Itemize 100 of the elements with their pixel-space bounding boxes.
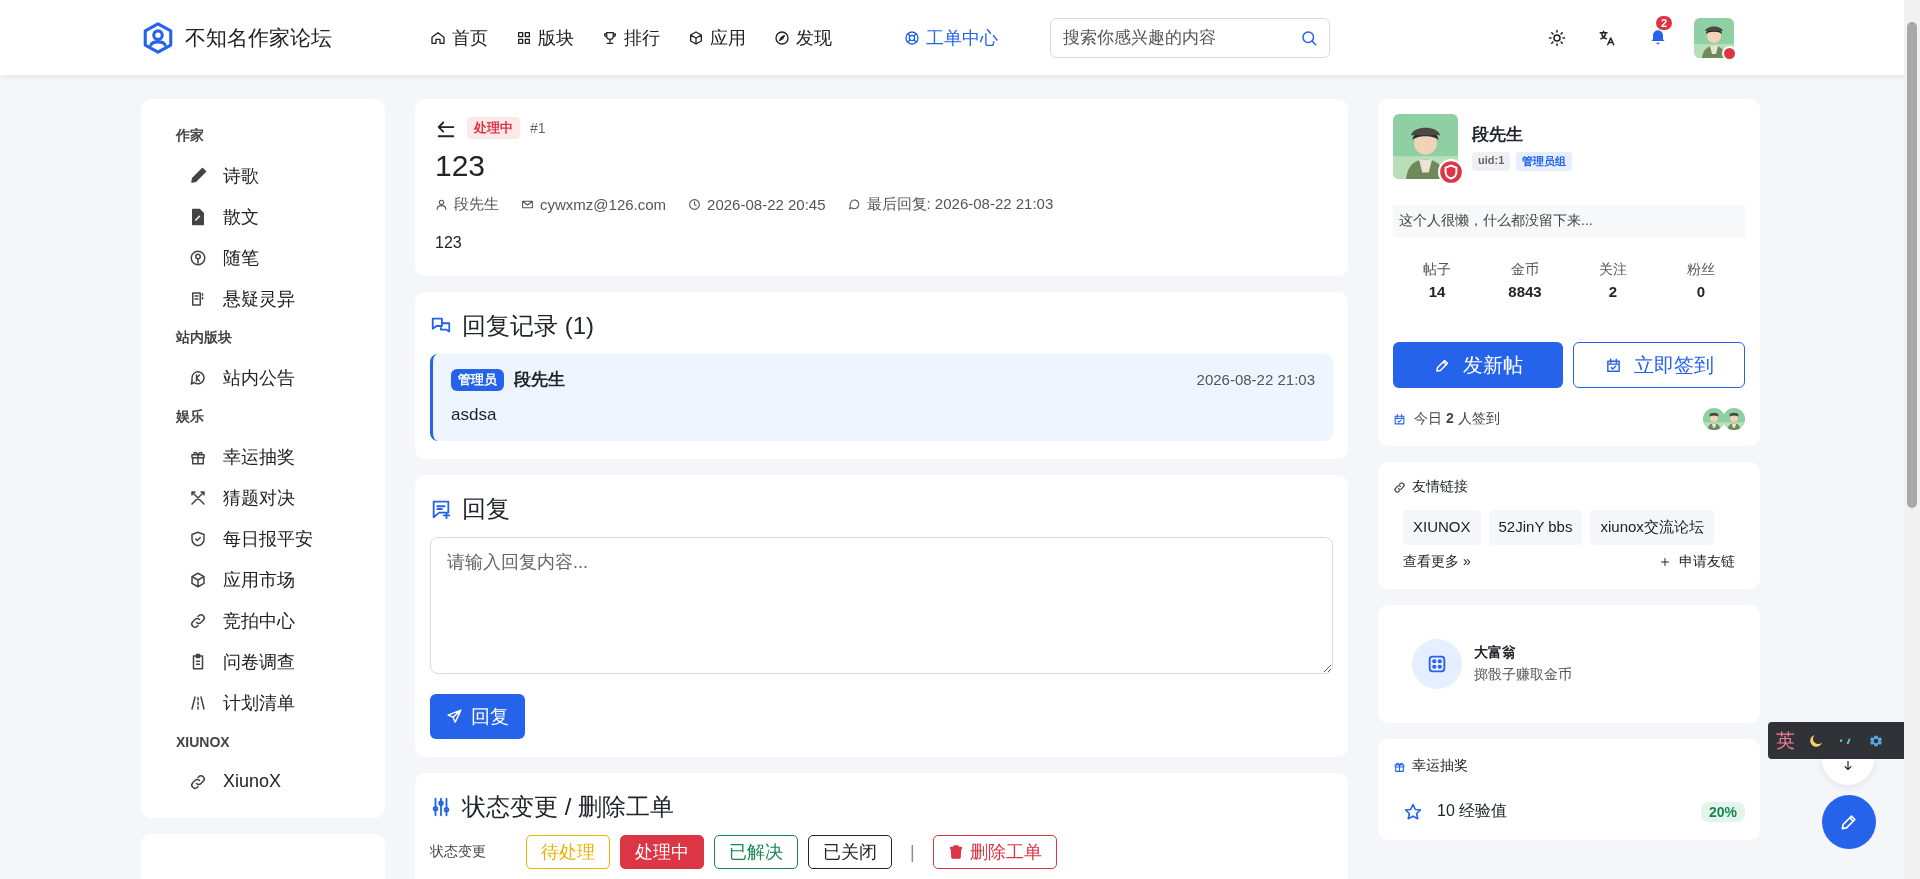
card-title: 友情链接 — [1412, 478, 1468, 496]
nav-link[interactable]: 工单中心 — [904, 25, 998, 50]
reply-text: asdsa — [451, 405, 498, 425]
uid-tag: uid:1 — [1472, 151, 1511, 171]
ticket-number: #1 — [530, 120, 546, 136]
clock-icon — [688, 198, 702, 211]
site-title[interactable]: 不知名作家论坛 — [185, 23, 332, 52]
friend-link[interactable]: xiunox交流论坛 — [1590, 510, 1714, 545]
stat-label: 帖子 — [1423, 261, 1451, 279]
card-title: 幸运抽奖 — [1412, 757, 1468, 775]
cube-icon — [189, 570, 207, 589]
group-title: XIUNOX — [175, 733, 231, 752]
pen-icon — [189, 166, 207, 185]
trophy-icon — [602, 29, 618, 46]
view-more-link[interactable]: 查看更多 » — [1403, 553, 1471, 571]
status-button[interactable]: 已解决 — [714, 835, 798, 869]
sidebar-item[interactable]: 应用市场 — [141, 559, 385, 600]
nav-link[interactable]: 首页 — [430, 25, 488, 50]
sidebar-item[interactable]: 计划清单 — [141, 682, 385, 723]
link-icon — [189, 611, 207, 630]
mail-icon — [521, 198, 534, 211]
sidebar-item[interactable]: 猜题对决 — [141, 477, 385, 518]
status-label: 状态变更 — [430, 843, 487, 861]
stat-label: 粉丝 — [1687, 261, 1715, 279]
meta-text: 2026-08-22 20:45 — [707, 196, 826, 213]
app-subtitle: 掷骰子赚取金币 — [1474, 666, 1572, 684]
ime-mode[interactable]: 英 — [1776, 727, 1795, 754]
reply-author: 段先生 — [514, 369, 565, 391]
compass-icon — [774, 29, 790, 46]
app-title[interactable]: 大富翁 — [1474, 644, 1572, 662]
search-icon[interactable] — [1300, 28, 1318, 47]
scrollbar[interactable] — [1904, 0, 1920, 879]
check-in-count: 今日 2 人签到 — [1414, 410, 1500, 428]
lifebuoy-icon — [904, 29, 920, 46]
compose-button[interactable] — [1822, 795, 1876, 849]
nav-link[interactable]: 排行 — [602, 25, 660, 50]
sidebar-item[interactable]: 幸运抽奖 — [141, 436, 385, 477]
sidebar-item[interactable]: XiunoX — [141, 761, 385, 802]
star-icon — [1403, 801, 1423, 822]
speech-bubble-icon — [189, 368, 207, 387]
stat-value: 2 — [1608, 283, 1618, 300]
calendar-icon — [1604, 356, 1622, 374]
link-icon — [1393, 480, 1406, 494]
status-tag: 处理中 — [467, 117, 520, 139]
grid-icon — [516, 29, 532, 46]
pencil-icon — [1839, 812, 1859, 832]
meta-text: cywxmz@126.com — [540, 196, 667, 213]
status-button[interactable]: 处理中 — [620, 835, 704, 869]
apply-link[interactable]: 申请友链 — [1659, 553, 1735, 571]
friend-link[interactable]: 52JinY bbs — [1488, 510, 1583, 545]
sun-icon[interactable] — [1548, 28, 1566, 47]
nav-link[interactable]: 版块 — [516, 25, 574, 50]
send-icon — [446, 708, 463, 725]
shield-icon — [189, 529, 207, 548]
user-name: 段先生 — [1472, 123, 1524, 146]
friend-link[interactable]: XIUNOX — [1403, 510, 1481, 545]
delete-button[interactable]: 删除工单 — [932, 835, 1057, 869]
sidebar-item[interactable]: 随笔 — [141, 237, 385, 278]
sidebar-item[interactable]: 诗歌 — [141, 155, 385, 196]
dice-icon — [1426, 653, 1448, 675]
ticket-body: 123 — [435, 234, 463, 252]
plus-icon — [1659, 556, 1671, 568]
calendar-icon — [1393, 412, 1406, 426]
translate-icon[interactable] — [1598, 28, 1616, 47]
nav-link[interactable]: 应用 — [688, 25, 746, 50]
nav-link[interactable]: 发现 — [774, 25, 832, 50]
circle-glyph-icon — [189, 248, 207, 267]
logo-icon[interactable] — [141, 20, 175, 55]
stat-value: 14 — [1428, 283, 1446, 300]
link-icon — [189, 772, 207, 791]
check-in-button[interactable]: 立即签到 — [1573, 342, 1745, 388]
reply-button[interactable]: 回复 — [430, 694, 525, 739]
stat-label: 金币 — [1511, 261, 1539, 279]
meta-text: 最后回复: 2026-08-22 21:03 — [866, 195, 1054, 214]
section-title: 状态变更 / 删除工单 — [462, 792, 674, 822]
ticket-title: 123 — [435, 149, 487, 183]
sidebar-item[interactable]: 每日报平安 — [141, 518, 385, 559]
trash-icon — [947, 844, 964, 860]
separator: | — [910, 841, 915, 863]
user-icon — [435, 198, 448, 211]
group-title: 站内版块 — [175, 328, 233, 347]
section-title: 回复记录 (1) — [462, 311, 594, 341]
sidebar-item[interactable]: 竞拍中心 — [141, 600, 385, 641]
reply-input[interactable]: 请输入回复内容... — [430, 537, 1333, 674]
search-field[interactable]: 搜索你感兴趣的内容 — [1050, 17, 1330, 58]
document-icon — [189, 207, 207, 226]
role-tag: 管理员 — [451, 368, 504, 391]
chat-icon — [847, 198, 861, 211]
sidebar-item[interactable]: 悬疑灵异 — [141, 278, 385, 319]
group-title: 作家 — [174, 126, 205, 145]
status-button[interactable]: 已关闭 — [808, 835, 892, 869]
sidebar-item[interactable]: 问卷调查 — [141, 641, 385, 682]
reply-time: 2026-08-22 21:03 — [1196, 371, 1315, 388]
stat-label: 关注 — [1599, 261, 1627, 279]
notification-badge: 2 — [1656, 15, 1673, 30]
sidebar-item[interactable]: 站内公告 — [141, 357, 385, 398]
new-post-button[interactable]: 发新帖 — [1393, 342, 1563, 388]
sidebar-item[interactable]: 散文 — [141, 196, 385, 237]
shield-badge-icon — [1438, 159, 1464, 185]
meta-text: 段先生 — [454, 195, 499, 214]
